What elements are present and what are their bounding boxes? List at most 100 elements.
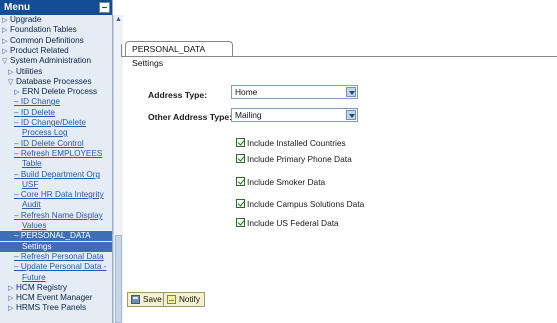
tab-personal-data-settings[interactable]: PERSONAL_DATA Settings bbox=[125, 41, 233, 68]
navigation-menu: Menu ▷ Upgrade ▷ Foundation Tables ▷ Commo… bbox=[0, 0, 113, 323]
menu-item-label: ID Change bbox=[20, 97, 60, 106]
menu-item-label: ID Delete bbox=[20, 108, 55, 117]
menu-item-label: HCM Registry bbox=[16, 283, 67, 292]
menu-item-label: Utilities bbox=[16, 67, 43, 76]
item-dash-icon: – bbox=[14, 231, 21, 240]
save-icon bbox=[131, 295, 140, 304]
menu-item-label: Core HR Data Integrity bbox=[20, 190, 104, 199]
include-campus-solutions-label: Include Campus Solutions Data bbox=[247, 199, 365, 209]
menu-item-settings[interactable]: Settings bbox=[0, 242, 112, 252]
menu-item-label: USF bbox=[22, 180, 39, 189]
menu-item-label: Settings bbox=[22, 242, 52, 251]
include-smoker-data-label: Include Smoker Data bbox=[247, 177, 326, 187]
menu-item-audit[interactable]: Audit bbox=[22, 200, 41, 210]
menu-item-refresh-personal-data[interactable]: – Refresh Personal Data bbox=[14, 252, 104, 262]
menu-item-id-delete[interactable]: – ID Delete bbox=[14, 108, 55, 118]
menu-item-build-department-org[interactable]: – Build Department Org bbox=[14, 170, 100, 180]
menu-item-label: Refresh Personal Data bbox=[20, 252, 104, 261]
include-smoker-data-checkbox[interactable] bbox=[236, 177, 245, 186]
menu-item-refresh-employees[interactable]: – Refresh EMPLOYEES bbox=[14, 149, 102, 159]
menu-item-label: Audit bbox=[22, 200, 41, 209]
menu-item-id-delete-control[interactable]: – ID Delete Control bbox=[14, 139, 84, 149]
other-address-type-select[interactable]: Mailing bbox=[231, 108, 358, 122]
menu-item-label: HRMS Tree Panels bbox=[16, 303, 87, 312]
menu-item-ern-delete-process[interactable]: ▷ ERN Delete Process bbox=[14, 87, 97, 98]
menu-item-product-related[interactable]: ▷ Product Related bbox=[2, 46, 69, 57]
menu-item-id-change-delete[interactable]: – ID Change/Delete bbox=[14, 118, 86, 128]
menu-item-label: ERN Delete Process bbox=[22, 87, 98, 96]
menu-item-database-processes[interactable]: ▽ Database Processes bbox=[8, 77, 92, 88]
menu-item-label: ID Delete Control bbox=[20, 139, 84, 148]
scroll-thumb[interactable] bbox=[115, 235, 122, 323]
menu-item-label: Refresh EMPLOYEES bbox=[20, 149, 103, 158]
menu-item-foundation-tables[interactable]: ▷ Foundation Tables bbox=[2, 25, 77, 36]
save-button-label: Save bbox=[143, 295, 162, 304]
menu-title: Menu bbox=[4, 2, 31, 13]
menu-item-values[interactable]: Values bbox=[22, 221, 46, 231]
folder-collapsed-icon: ▷ bbox=[2, 27, 8, 34]
item-dash-icon: – bbox=[14, 211, 21, 220]
menu-item-label: ID Change/Delete bbox=[20, 118, 86, 127]
menu-item-upgrade[interactable]: ▷ Upgrade bbox=[2, 15, 41, 26]
menu-item-label: Process Log bbox=[22, 128, 68, 137]
scroll-up-icon[interactable]: ▲ bbox=[114, 15, 123, 25]
item-dash-icon: – bbox=[14, 118, 21, 127]
item-dash-icon: – bbox=[14, 97, 21, 106]
other-address-type-value: Mailing bbox=[235, 110, 262, 120]
menu-item-label: Database Processes bbox=[16, 77, 92, 86]
menu-item-label: Table bbox=[22, 159, 42, 168]
menu-item-hcm-event-manager[interactable]: ▷ HCM Event Manager bbox=[8, 293, 92, 304]
menu-scrollbar[interactable]: ▲ bbox=[113, 15, 123, 323]
menu-item-update-personal-data[interactable]: – Update Personal Data - bbox=[14, 262, 106, 272]
include-us-federal-checkbox[interactable] bbox=[236, 218, 245, 227]
folder-expanded-icon: ▽ bbox=[2, 58, 8, 65]
include-primary-phone-label: Include Primary Phone Data bbox=[247, 154, 352, 164]
menu-item-system-administration[interactable]: ▽ System Administration bbox=[2, 56, 91, 67]
menu-item-common-definitions[interactable]: ▷ Common Definitions bbox=[2, 36, 84, 47]
menu-item-core-hr-data-integrity[interactable]: – Core HR Data Integrity bbox=[14, 190, 104, 200]
menu-item-label: Refresh Name Display bbox=[20, 211, 103, 220]
include-installed-countries-label: Include Installed Countries bbox=[247, 138, 346, 148]
item-dash-icon: – bbox=[14, 139, 21, 148]
include-campus-solutions-checkbox[interactable] bbox=[236, 199, 245, 208]
menu-item-hcm-registry[interactable]: ▷ HCM Registry bbox=[8, 283, 67, 294]
address-type-label: Address Type: bbox=[148, 90, 208, 100]
menu-item-future[interactable]: Future bbox=[22, 273, 46, 283]
include-installed-countries-checkbox[interactable] bbox=[236, 138, 245, 147]
include-us-federal-label: Include US Federal Data bbox=[247, 218, 339, 228]
menu-item-label: Common Definitions bbox=[10, 36, 84, 45]
menu-item-label: Foundation Tables bbox=[10, 25, 77, 34]
chevron-down-icon[interactable] bbox=[346, 87, 356, 97]
menu-item-table[interactable]: Table bbox=[22, 159, 42, 169]
menu-collapse-icon[interactable] bbox=[99, 2, 110, 13]
menu-item-label: Build Department Org bbox=[20, 170, 101, 179]
menu-item-process-log[interactable]: Process Log bbox=[22, 128, 68, 138]
menu-item-utilities[interactable]: ▷ Utilities bbox=[8, 67, 42, 78]
menu-item-label: Upgrade bbox=[10, 15, 42, 24]
chevron-down-icon[interactable] bbox=[346, 110, 356, 120]
save-button[interactable]: Save bbox=[127, 292, 167, 307]
other-address-type-label: Other Address Type: bbox=[148, 112, 233, 122]
menu-item-id-change[interactable]: – ID Change bbox=[14, 97, 60, 107]
menu-item-label: Values bbox=[22, 221, 47, 230]
menu-item-label: System Administration bbox=[10, 56, 91, 65]
menu-item-refresh-name-display[interactable]: – Refresh Name Display bbox=[14, 211, 103, 221]
menu-item-label: Product Related bbox=[10, 46, 69, 55]
address-type-value: Home bbox=[235, 87, 258, 97]
item-dash-icon: – bbox=[14, 149, 21, 158]
menu-header: Menu bbox=[0, 0, 112, 15]
menu-item-label: Update Personal Data - bbox=[20, 262, 107, 271]
menu-item-personal-data[interactable]: – PERSONAL_DATA bbox=[0, 231, 112, 241]
include-primary-phone-checkbox[interactable] bbox=[236, 154, 245, 163]
tab-divider bbox=[121, 56, 557, 57]
notify-button-label: Notify bbox=[179, 295, 200, 304]
menu-item-label: Future bbox=[22, 273, 46, 282]
menu-item-label: PERSONAL_DATA bbox=[20, 231, 91, 240]
menu-item-usf[interactable]: USF bbox=[22, 180, 38, 190]
menu-item-label: HCM Event Manager bbox=[16, 293, 93, 302]
address-type-select[interactable]: Home bbox=[231, 85, 358, 99]
notify-icon bbox=[167, 295, 176, 304]
notify-button[interactable]: Notify bbox=[163, 292, 205, 307]
menu-item-hrms-tree-panels[interactable]: ▷ HRMS Tree Panels bbox=[8, 303, 86, 314]
item-dash-icon: – bbox=[14, 170, 21, 179]
